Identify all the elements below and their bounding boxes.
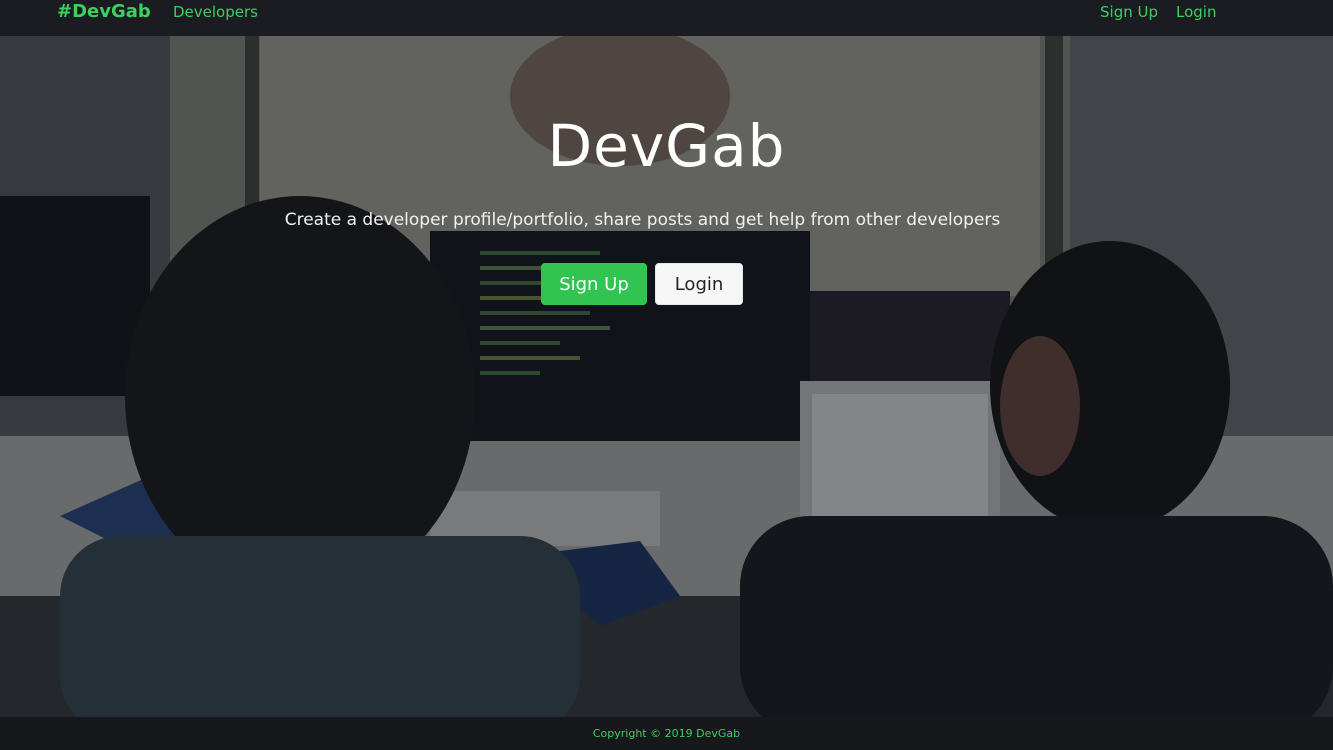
nav-signup-link[interactable]: Sign Up <box>1100 0 1158 24</box>
hero-login-button[interactable]: Login <box>655 263 743 305</box>
brand-logo[interactable]: #DevGab <box>57 0 151 24</box>
hero-lead-text: Create a developer profile/portfolio, sh… <box>284 210 1001 230</box>
footer: Copyright © 2019 DevGab <box>0 717 1333 750</box>
hero-title: DevGab <box>547 112 786 180</box>
navbar: #DevGab Developers Sign Up Login <box>0 0 1333 36</box>
nav-login-link[interactable]: Login <box>1176 0 1216 24</box>
footer-copyright: Copyright © 2019 DevGab <box>592 727 741 740</box>
hero-signup-button[interactable]: Sign Up <box>541 263 647 305</box>
landing-hero: DevGab Create a developer profile/portfo… <box>0 36 1333 717</box>
nav-developers-link[interactable]: Developers <box>173 0 258 24</box>
